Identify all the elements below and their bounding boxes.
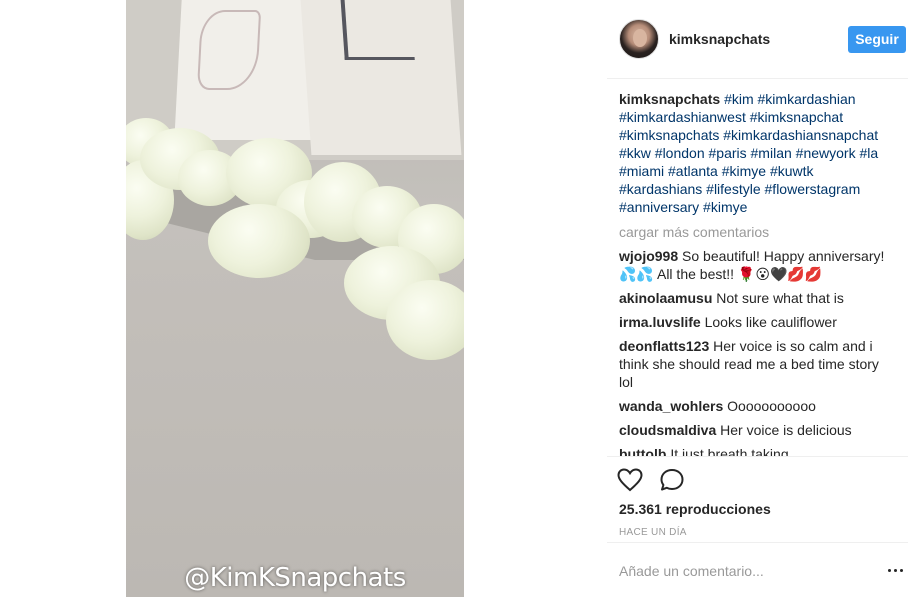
comment-username[interactable]: wanda_wohlers bbox=[619, 398, 723, 414]
comment-text: Ooooooooooo bbox=[727, 398, 816, 414]
caption-hashtags[interactable]: #kim #kimkardashian #kimkardashianwest #… bbox=[619, 91, 878, 215]
comment-username[interactable]: wjojo998 bbox=[619, 248, 678, 264]
add-comment-bar bbox=[607, 542, 908, 597]
comment-text: It just breath taking bbox=[670, 446, 789, 456]
video-watermark: @KimKSnapchats bbox=[184, 563, 406, 593]
comment-username[interactable]: irma.luvslife bbox=[619, 314, 701, 330]
comment-username[interactable]: buttolb bbox=[619, 446, 666, 456]
post-timestamp[interactable]: HACE UN DÍA bbox=[619, 527, 687, 538]
add-comment-input[interactable] bbox=[619, 561, 859, 581]
comment-item: irma.luvslife Looks like cauliflower bbox=[619, 313, 894, 331]
artwork-canvas-left bbox=[174, 0, 322, 140]
more-options-icon[interactable] bbox=[888, 569, 904, 573]
comment-username[interactable]: cloudsmaldiva bbox=[619, 422, 716, 438]
comment-username[interactable]: deonflatts123 bbox=[619, 338, 709, 354]
comment-icon[interactable] bbox=[659, 468, 685, 492]
comment-text: Not sure what that is bbox=[716, 290, 844, 306]
caption: kimksnapchats #kim #kimkardashian #kimka… bbox=[619, 90, 894, 216]
avatar[interactable] bbox=[619, 19, 659, 59]
artwork-canvas-right bbox=[300, 0, 462, 155]
load-more-comments-link[interactable]: cargar más comentarios bbox=[619, 223, 894, 241]
comment-item: wjojo998 So beautiful! Happy anniversary… bbox=[619, 247, 894, 283]
post-video[interactable]: @KimKSnapchats bbox=[126, 0, 464, 597]
heart-icon[interactable] bbox=[617, 468, 643, 492]
comment-username[interactable]: akinolaamusu bbox=[619, 290, 712, 306]
view-count[interactable]: 25.361 reproducciones bbox=[619, 501, 771, 517]
comment-text: Looks like cauliflower bbox=[704, 314, 837, 330]
post-details-panel: kimksnapchats Seguir kimksnapchats #kim … bbox=[607, 0, 908, 597]
post-header: kimksnapchats Seguir bbox=[607, 0, 908, 79]
follow-button[interactable]: Seguir bbox=[848, 26, 906, 53]
comment-item: buttolb It just breath taking bbox=[619, 445, 894, 456]
comment-text: Her voice is delicious bbox=[720, 422, 852, 438]
comment-item: deonflatts123 Her voice is so calm and i… bbox=[619, 337, 894, 391]
author-username[interactable]: kimksnapchats bbox=[669, 31, 770, 47]
flower-bouquet bbox=[208, 204, 310, 278]
comment-item: akinolaamusu Not sure what that is bbox=[619, 289, 894, 307]
comment-item: wanda_wohlers Ooooooooooo bbox=[619, 397, 894, 415]
caption-username[interactable]: kimksnapchats bbox=[619, 91, 720, 107]
comments-list[interactable]: kimksnapchats #kim #kimkardashian #kimka… bbox=[619, 90, 894, 456]
comment-item: cloudsmaldiva Her voice is delicious bbox=[619, 421, 894, 439]
post-actions: 25.361 reproducciones HACE UN DÍA bbox=[607, 456, 908, 597]
